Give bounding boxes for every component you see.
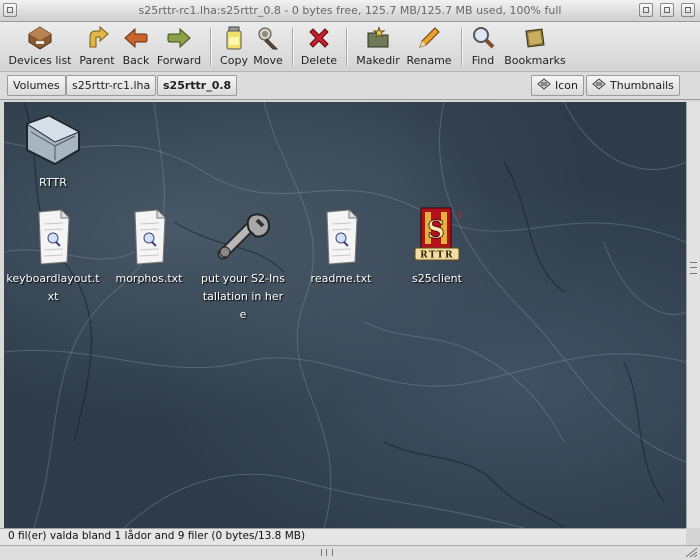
- view-icon-button[interactable]: Icon: [531, 75, 584, 96]
- bookmarks-button[interactable]: Bookmarks: [502, 24, 568, 70]
- back-button[interactable]: Back: [120, 24, 152, 70]
- delete-button[interactable]: Delete: [300, 24, 338, 70]
- parent-button[interactable]: Parent: [76, 24, 118, 70]
- find-button[interactable]: Find: [467, 24, 499, 70]
- thumbnails-view-icon: [592, 77, 606, 96]
- scroll-corner: [686, 528, 700, 545]
- bookmarks-icon: [522, 25, 548, 51]
- move-button[interactable]: Move: [251, 24, 285, 70]
- horizontal-scrollbar[interactable]: [0, 545, 700, 560]
- view-thumbnails-button[interactable]: Thumbnails: [586, 75, 680, 96]
- toolbar: Devices list Parent Back Forward Copy Mo…: [0, 22, 700, 72]
- magnifier-icon: [470, 25, 496, 51]
- text-file-icon: [309, 206, 373, 266]
- makedir-icon: [365, 25, 391, 51]
- forward-arrow-icon: [166, 25, 192, 51]
- file-icon-morphos[interactable]: morphos.txt: [104, 206, 194, 288]
- svg-text:S: S: [427, 215, 444, 244]
- crumb-current-folder[interactable]: s25rttr_0.8: [157, 75, 238, 96]
- delete-x-icon: [306, 25, 332, 51]
- text-file-icon: [117, 206, 181, 266]
- crumb-volumes[interactable]: Volumes: [7, 75, 66, 96]
- resize-grip-icon[interactable]: [684, 546, 698, 558]
- devices-list-button[interactable]: Devices list: [6, 24, 74, 70]
- move-icon: [255, 25, 281, 51]
- file-icon-s25client[interactable]: S 5 RTTR s25client: [392, 206, 482, 288]
- drive-icon: [27, 25, 53, 51]
- makedir-button[interactable]: Makedir: [353, 24, 403, 70]
- background-cracks: [4, 102, 686, 528]
- file-icon-rttr-drawer[interactable]: RTTR: [8, 110, 98, 192]
- copy-button[interactable]: Copy: [218, 24, 250, 70]
- svg-text:RTTR: RTTR: [420, 251, 454, 261]
- file-icon-s2-installation-tool[interactable]: put your S2-Installation in here: [200, 206, 286, 324]
- iconify-button[interactable]: [639, 3, 653, 17]
- parent-arrow-icon: [84, 25, 110, 51]
- crumb-archive[interactable]: s25rttr-rc1.lha: [66, 75, 157, 96]
- rttr-app-icon: S 5 RTTR: [405, 206, 469, 266]
- forward-button[interactable]: Forward: [155, 24, 203, 70]
- vertical-scrollbar[interactable]: [686, 102, 700, 528]
- file-icon-keyboardlayout[interactable]: keyboardlayout.txt: [6, 206, 100, 306]
- wrench-tool-icon: [211, 206, 275, 266]
- rename-button[interactable]: Rename: [404, 24, 454, 70]
- window-title-bar[interactable]: s25rttr-rc1.lha:s25rttr_0.8 - 0 bytes fr…: [0, 0, 700, 22]
- copy-jar-icon: [221, 25, 247, 51]
- depth-button[interactable]: [681, 3, 695, 17]
- status-bar: 0 fil(er) valda bland 1 lådor and 9 file…: [0, 528, 686, 545]
- file-icon-readme[interactable]: readme.txt: [296, 206, 386, 288]
- icon-view-icon: [537, 77, 551, 96]
- window-title: s25rttr-rc1.lha:s25rttr_0.8 - 0 bytes fr…: [138, 4, 562, 17]
- text-file-icon: [21, 206, 85, 266]
- file-view-area[interactable]: RTTR keyboardlayout.txt morphos.txt put …: [4, 102, 686, 528]
- zoom-button[interactable]: [660, 3, 674, 17]
- back-arrow-icon: [123, 25, 149, 51]
- svg-text:5: 5: [457, 211, 462, 220]
- drawer-icon: [21, 110, 85, 170]
- path-bar: Volumes s25rttr-rc1.lha s25rttr_0.8 Icon…: [0, 72, 700, 100]
- pencil-icon: [416, 25, 442, 51]
